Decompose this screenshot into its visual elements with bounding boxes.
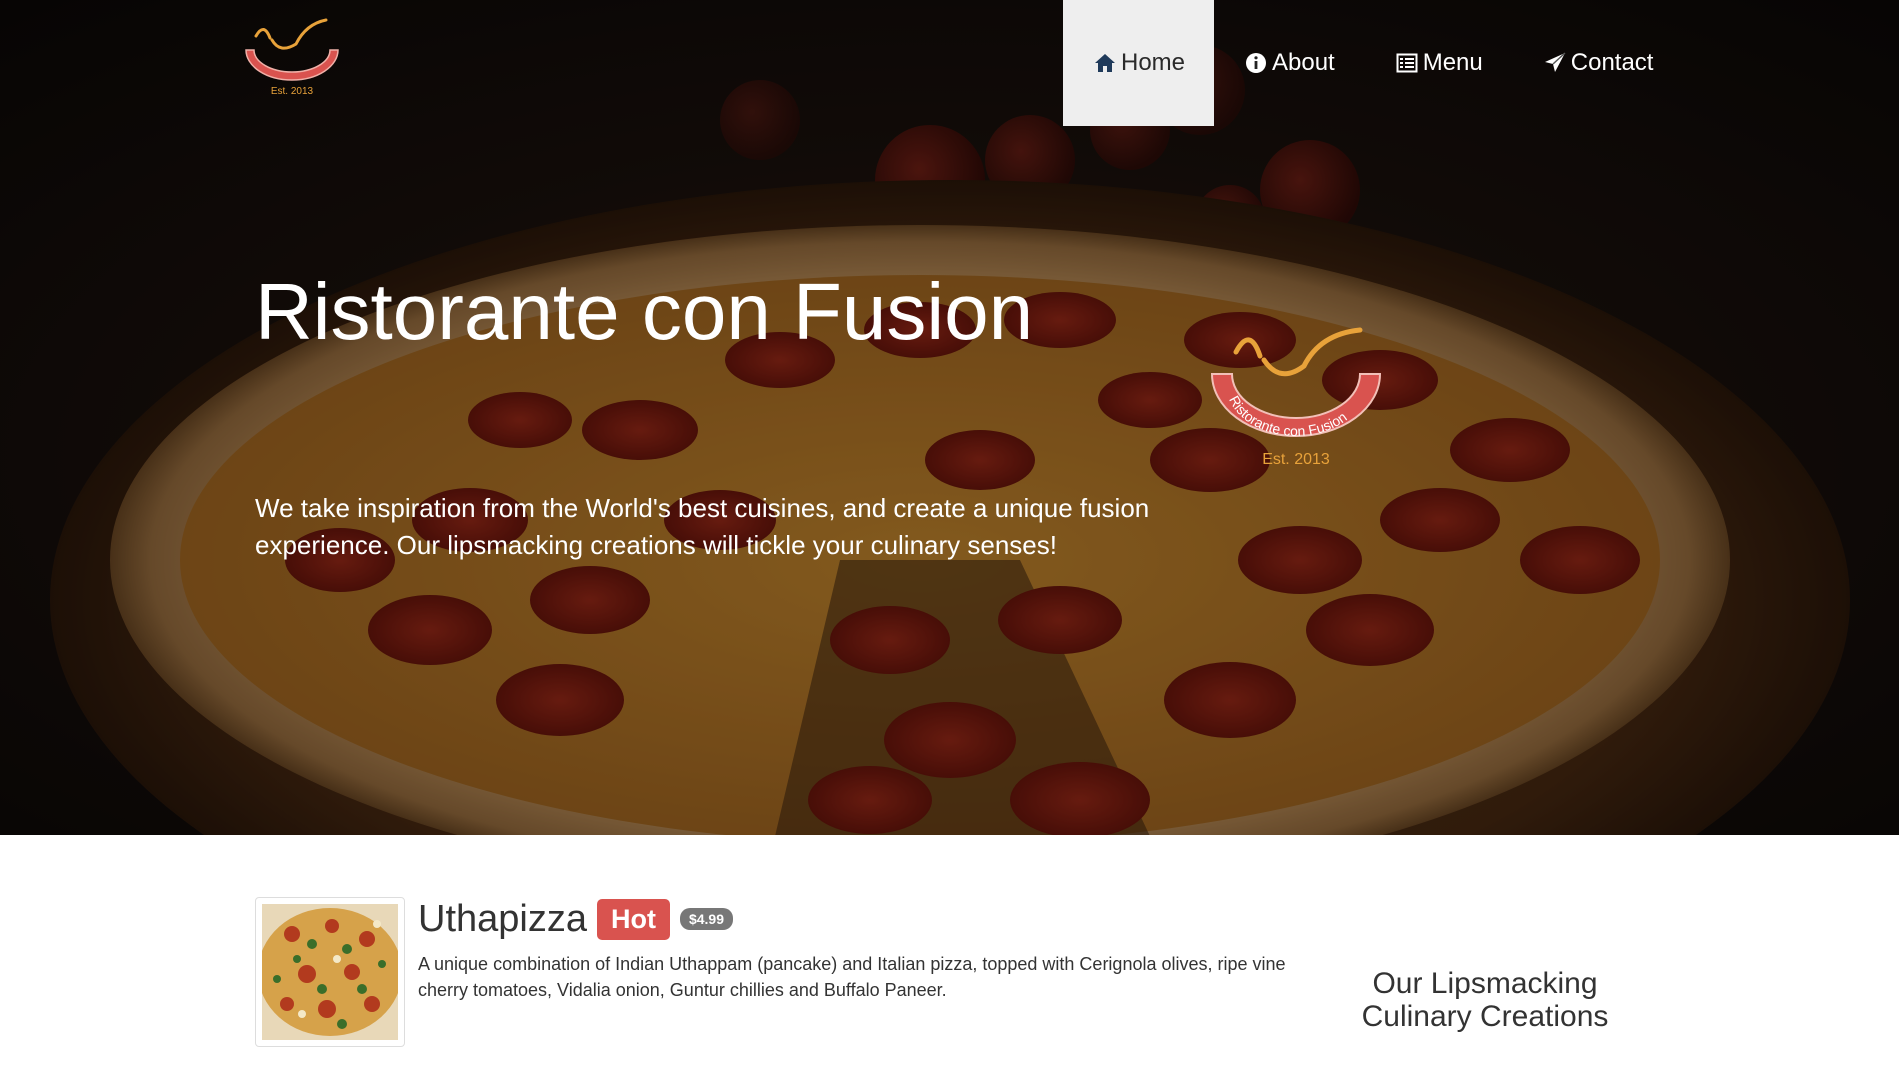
nav-menu-label: Menu (1422, 49, 1483, 76)
hero-logo-est: Est. 2013 (1262, 451, 1330, 468)
section-heading-creations: Our Lipsmacking Culinary Creations (1361, 967, 1609, 1033)
navbar: Home About Menu Contact (1063, 0, 1683, 126)
list-alt-icon (1395, 51, 1419, 75)
dish-heading: Uthapizza Hot $4.99 (418, 897, 1308, 941)
brand-logo-est: Est. 2013 (271, 86, 314, 97)
nav-home[interactable]: Home (1063, 0, 1214, 126)
home-icon (1093, 51, 1117, 75)
dish-name: Uthapizza (418, 897, 587, 940)
hot-badge: Hot (596, 898, 670, 940)
brand-logo[interactable]: Est. 2013 (234, 14, 350, 100)
hero-jumbotron: Est. 2013 Home About Menu Contact Ristor… (0, 0, 1899, 835)
nav-about-label: About (1272, 49, 1335, 76)
send-icon (1543, 51, 1567, 75)
dish-thumbnail (255, 897, 405, 1047)
uthapizza-image (262, 904, 398, 1040)
info-circle-icon (1244, 51, 1268, 75)
dish-details: Uthapizza Hot $4.99 A unique combination… (418, 897, 1308, 1003)
price-badge: $4.99 (679, 908, 734, 930)
hero-logo: Ristorante con Fusion Est. 2013 (1210, 327, 1382, 468)
hero-description: We take inspiration from the World's bes… (255, 493, 1150, 560)
nav-home-label: Home (1121, 49, 1186, 76)
nav-about[interactable]: About (1214, 0, 1365, 126)
nav-contact-label: Contact (1570, 49, 1654, 76)
dish-description: A unique combination of Indian Uthappam … (418, 954, 1286, 1000)
hero-title: Ristorante con Fusion (255, 267, 1034, 356)
nav-contact[interactable]: Contact (1513, 0, 1684, 126)
nav-menu[interactable]: Menu (1365, 0, 1513, 126)
